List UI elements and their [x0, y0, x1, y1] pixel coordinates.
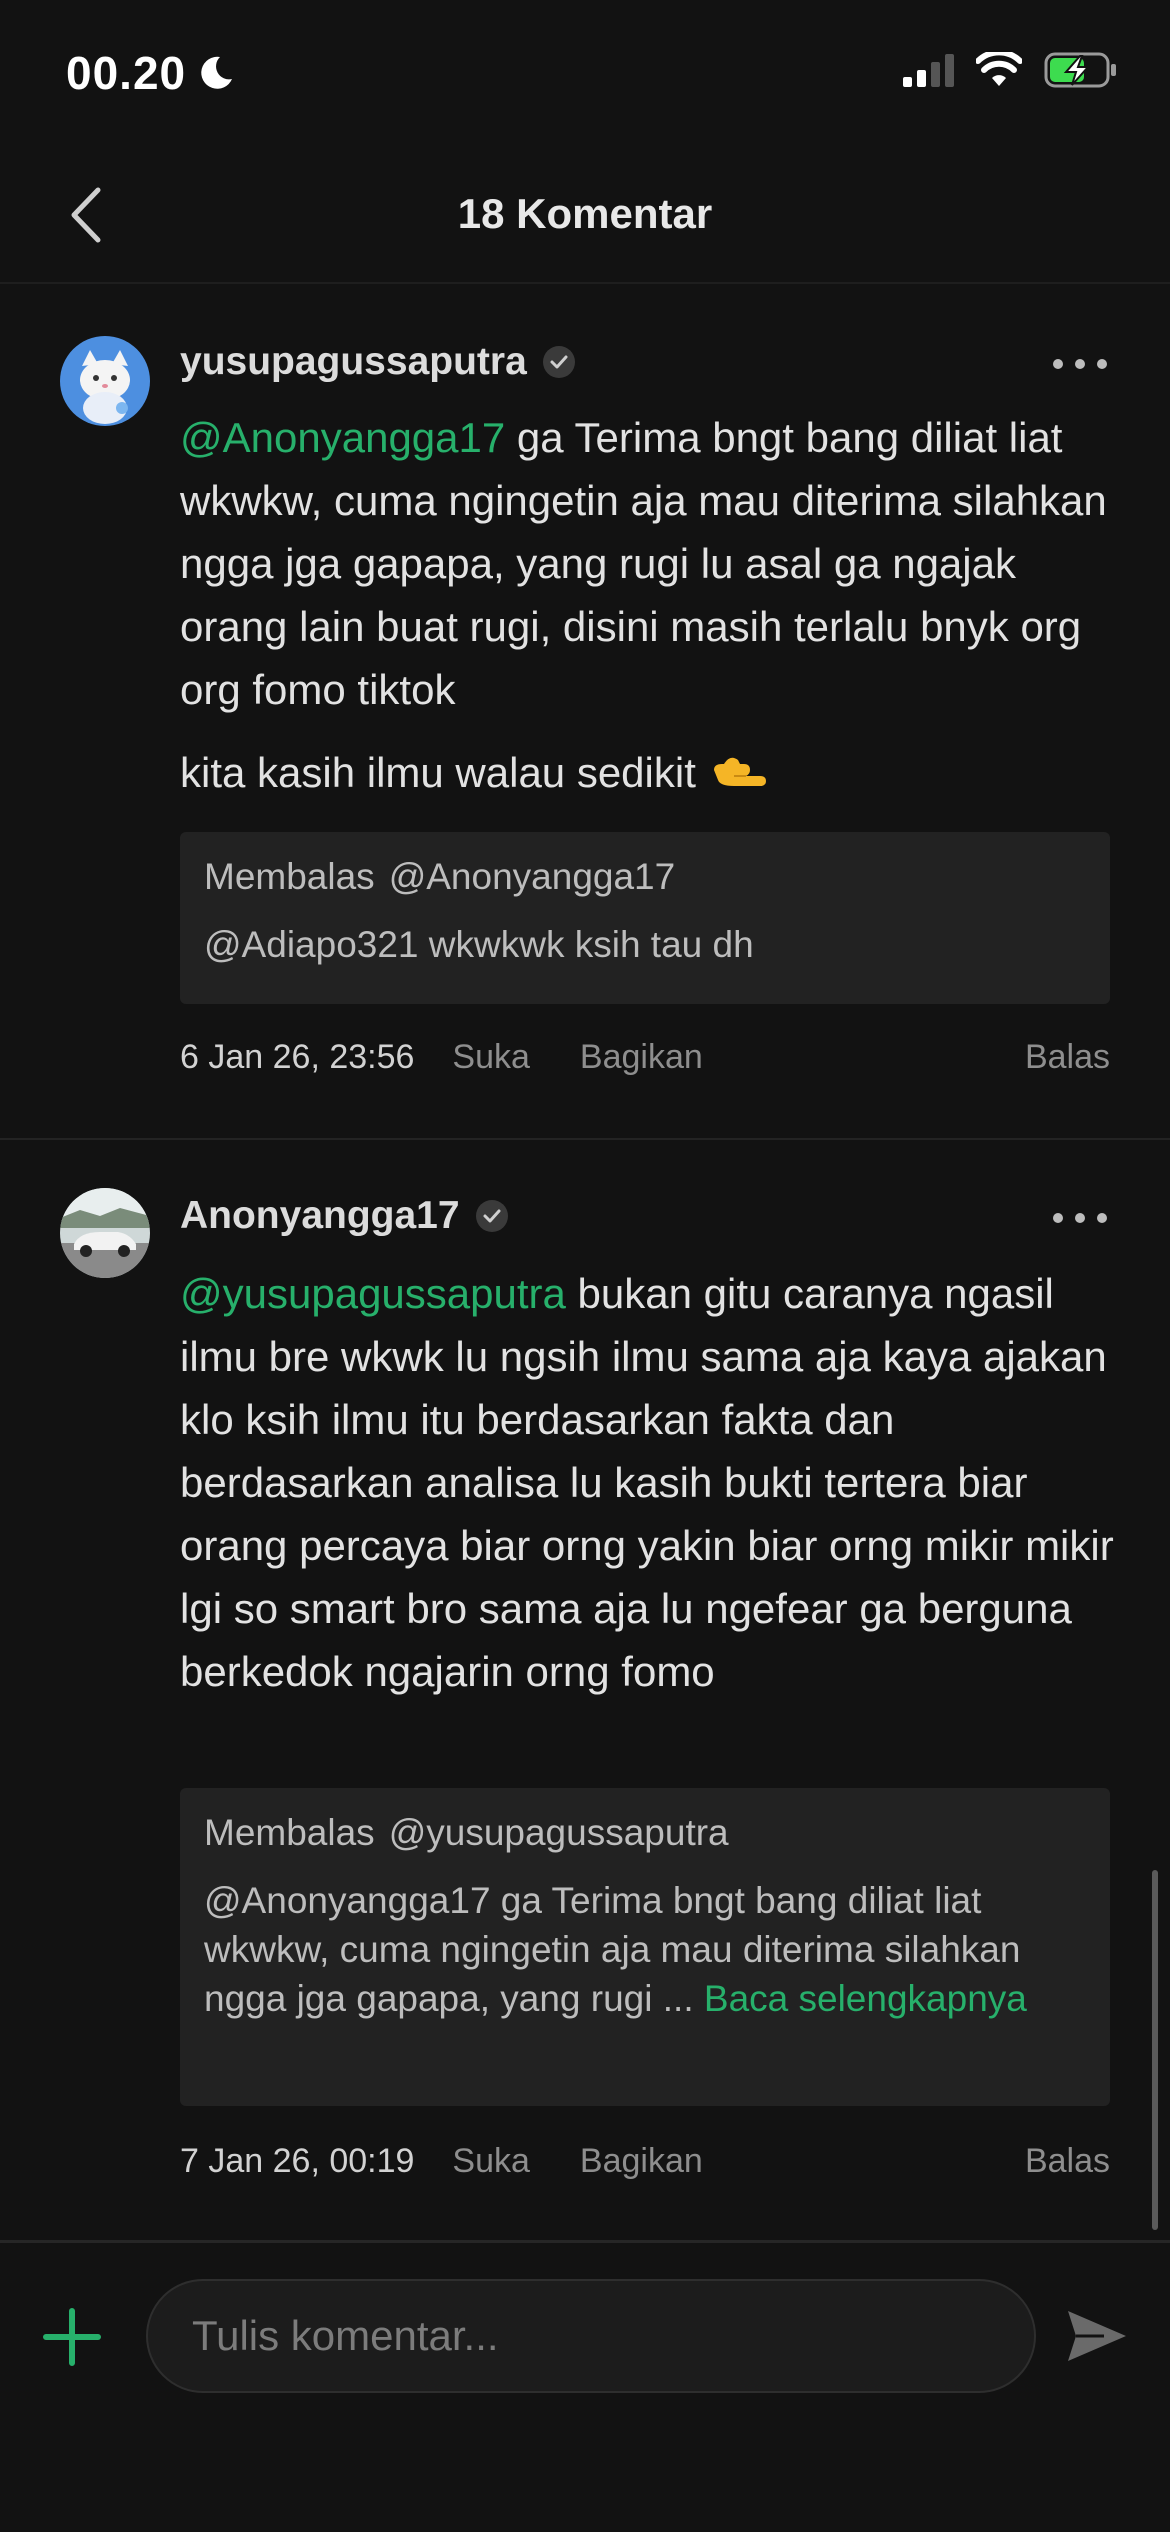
comment-text: bukan gitu caranya ngasil ilmu bre wkwk …: [180, 1270, 1114, 1695]
scrollbar[interactable]: [1152, 1870, 1158, 2230]
comment-date: 7 Jan 26, 00:19: [180, 2142, 415, 2180]
reply-user[interactable]: @Anonyangga17: [389, 856, 676, 898]
verified-badge-icon: [475, 1200, 508, 1232]
more-options-icon[interactable]: [1050, 354, 1110, 374]
pointing-hand-emoji-icon: [713, 757, 766, 786]
comment-item: yusupagussaputra @Anonyangga17 ga Terima…: [0, 284, 1170, 1140]
header: 18 Komentar: [0, 150, 1170, 284]
comment-username[interactable]: Anonyangga17: [180, 1194, 510, 1238]
avatar[interactable]: [60, 336, 150, 426]
read-more-link[interactable]: Baca selengkapnya: [704, 1978, 1027, 2019]
reply-text: @Adiapo321 wkwkwk ksih tau dh: [204, 924, 754, 965]
battery-charging-icon: [1044, 52, 1116, 88]
comment-extra-text: kita kasih ilmu walau sedikit: [180, 749, 696, 796]
reply-quote[interactable]: Membalas @yusupagussaputra @Anonyangga17…: [180, 1788, 1110, 2106]
mention-link[interactable]: @Anonyangga17: [180, 414, 505, 461]
comment-body: @Anonyangga17 ga Terima bngt bang diliat…: [180, 406, 1120, 721]
reply-quote[interactable]: Membalas @Anonyangga17 @Adiapo321 wkwkwk…: [180, 832, 1110, 1004]
send-icon[interactable]: [1064, 2307, 1130, 2365]
reply-text-block: @Anonyangga17 ga Terima bngt bang diliat…: [204, 1876, 1086, 2023]
share-button[interactable]: Bagikan: [580, 2142, 703, 2181]
signal-icon: [903, 53, 954, 87]
share-button[interactable]: Bagikan: [580, 1038, 703, 1077]
moon-icon: [201, 56, 233, 89]
reply-button[interactable]: Balas: [1025, 1038, 1110, 1077]
reply-header: Membalas @yusupagussaputra: [204, 1812, 1086, 1854]
more-options-icon[interactable]: [1050, 1208, 1110, 1228]
reply-button[interactable]: Balas: [1025, 2142, 1110, 2181]
wifi-icon: [976, 52, 1022, 86]
comment-item: Anonyangga17 @yusupagussaputra bukan git…: [0, 1142, 1170, 2240]
plus-icon[interactable]: [40, 2305, 104, 2369]
comment-input[interactable]: [146, 2279, 1036, 2393]
status-bar: 00.20: [0, 0, 1170, 150]
username-text[interactable]: yusupagussaputra: [180, 340, 527, 384]
verified-badge-icon: [542, 346, 575, 378]
comment-username[interactable]: yusupagussaputra: [180, 340, 577, 384]
page-title: 18 Komentar: [457, 190, 713, 237]
username-text[interactable]: Anonyangga17: [180, 1194, 460, 1238]
avatar[interactable]: [60, 1188, 150, 1278]
reply-label: Membalas: [204, 1812, 375, 1853]
comment-composer: [0, 2240, 1170, 2532]
reply-label: Membalas: [204, 856, 375, 897]
comment-date: 6 Jan 26, 23:56: [180, 1038, 415, 1076]
like-button[interactable]: Suka: [452, 2142, 530, 2181]
mention-link[interactable]: @yusupagussaputra: [180, 1270, 566, 1317]
car-avatar-icon: [60, 1188, 150, 1278]
reply-user[interactable]: @yusupagussaputra: [389, 1812, 729, 1854]
comment-actions: 7 Jan 26, 00:19 Suka Bagikan Balas: [180, 2142, 1110, 2181]
like-button[interactable]: Suka: [452, 1038, 530, 1077]
comment-actions: 6 Jan 26, 23:56 Suka Bagikan Balas: [180, 1038, 1110, 1077]
status-time: 00.20: [66, 46, 236, 100]
comment-extra-line: kita kasih ilmu walau sedikit: [180, 748, 770, 798]
status-time-text: 00.20: [66, 47, 187, 99]
reply-header: Membalas @Anonyangga17: [204, 856, 1086, 898]
comment-body: @yusupagussaputra bukan gitu caranya nga…: [180, 1262, 1120, 1703]
cat-avatar-icon: [60, 336, 150, 426]
status-icons: [903, 52, 1118, 88]
